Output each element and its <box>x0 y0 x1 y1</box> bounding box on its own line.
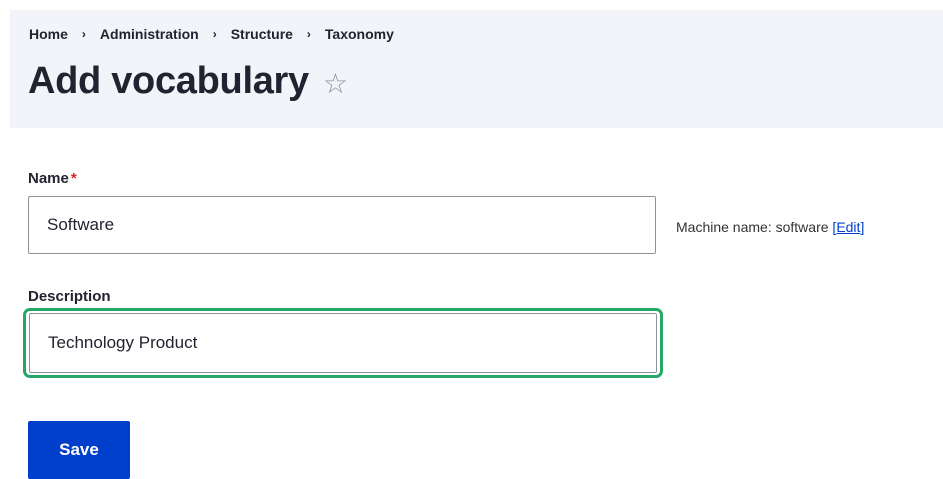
breadcrumb-separator-icon: › <box>81 27 86 41</box>
breadcrumb-home[interactable]: Home <box>29 26 68 42</box>
name-input[interactable] <box>28 196 656 254</box>
page-header: Home › Administration › Structure › Taxo… <box>10 10 943 128</box>
breadcrumb-structure[interactable]: Structure <box>231 26 293 42</box>
breadcrumb-taxonomy[interactable]: Taxonomy <box>325 26 394 42</box>
page-title: Add vocabulary <box>28 60 309 102</box>
description-focus-ring <box>23 308 663 378</box>
breadcrumb: Home › Administration › Structure › Taxo… <box>29 26 394 42</box>
name-label-text: Name <box>28 170 69 187</box>
breadcrumb-separator-icon: › <box>212 27 217 41</box>
breadcrumb-separator-icon: › <box>306 27 311 41</box>
required-marker: * <box>70 170 77 187</box>
machine-name-edit-link[interactable]: Edit <box>836 219 860 235</box>
title-row: Add vocabulary ☆ <box>28 60 348 103</box>
name-label: Name * <box>28 170 77 187</box>
machine-name-text: Machine name: software [Edit] <box>676 219 864 235</box>
star-icon[interactable]: ☆ <box>323 69 348 98</box>
description-input[interactable] <box>29 313 657 373</box>
machine-name-prefix: Machine name: software <box>676 219 829 235</box>
description-label: Description <box>28 288 111 305</box>
machine-name-edit-bracket-close: ] <box>860 219 865 235</box>
breadcrumb-administration[interactable]: Administration <box>100 26 199 42</box>
save-button[interactable]: Save <box>28 421 130 479</box>
